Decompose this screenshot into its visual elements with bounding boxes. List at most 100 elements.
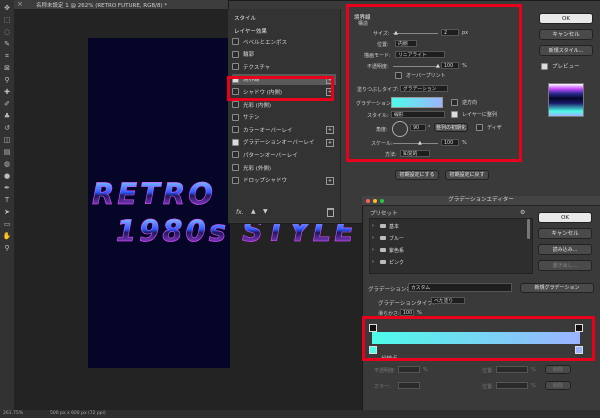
crop-icon[interactable]: ⌗ bbox=[2, 52, 12, 60]
gradient-type-select[interactable]: べた塗り bbox=[431, 297, 465, 304]
effect-checkbox[interactable] bbox=[232, 138, 239, 146]
effect-item[interactable]: グラデーションオーバーレイ + bbox=[232, 137, 336, 148]
eraser-icon[interactable]: ◫ bbox=[2, 136, 12, 144]
new-style-button[interactable]: 新規スタイル... bbox=[539, 45, 593, 56]
chevron-right-icon[interactable]: › bbox=[372, 259, 374, 265]
add-effect-icon[interactable]: + bbox=[326, 126, 334, 135]
marquee-icon[interactable]: ⬚ bbox=[2, 16, 12, 24]
type-icon[interactable]: T bbox=[2, 196, 12, 204]
preview-checkbox[interactable]: プレビュー bbox=[541, 62, 580, 70]
gradient-save-button[interactable]: 書き出し... bbox=[538, 260, 592, 271]
effect-item[interactable]: ベベルとエンボス bbox=[232, 36, 336, 47]
effect-label: 輪郭 bbox=[243, 52, 255, 59]
move-icon[interactable]: ✥ bbox=[2, 4, 12, 12]
effect-item[interactable]: パターンオーバーレイ bbox=[232, 149, 336, 160]
preset-scrollbar[interactable] bbox=[527, 219, 530, 239]
effect-item[interactable]: テクスチャ bbox=[232, 61, 336, 72]
effect-checkbox[interactable] bbox=[232, 38, 239, 45]
add-effect-icon[interactable]: + bbox=[326, 176, 334, 185]
delete-opacity-stop-button[interactable]: 削除 bbox=[545, 365, 571, 374]
gradient-icon[interactable]: ▤ bbox=[2, 148, 12, 156]
canvas-text-retro: RETRO bbox=[92, 177, 216, 212]
pen-icon[interactable]: ✒ bbox=[2, 184, 12, 192]
gradient-ok-button[interactable]: OK bbox=[538, 212, 592, 223]
preset-folder-label: ピンク bbox=[389, 259, 405, 266]
arrow-up-icon[interactable]: ▲ bbox=[251, 208, 256, 215]
effect-label: ベベルとエンボス bbox=[243, 39, 288, 46]
history-brush-icon[interactable]: ↺ bbox=[2, 124, 12, 132]
gradient-name-label: グラデーション名: bbox=[368, 287, 414, 293]
gradient-load-button[interactable]: 読み込み... bbox=[538, 244, 592, 255]
window-minimize-icon[interactable] bbox=[373, 199, 377, 203]
effect-item[interactable]: サテン bbox=[232, 112, 336, 123]
preset-folder[interactable]: › ブルー bbox=[372, 233, 530, 243]
effect-checkbox[interactable] bbox=[232, 126, 239, 134]
gradient-type-label: グラデーションタイプ: bbox=[378, 301, 435, 307]
hand-icon[interactable]: ✋ bbox=[2, 232, 12, 240]
quick-select-icon[interactable]: ✎ bbox=[2, 40, 12, 48]
brush-icon[interactable]: ✐ bbox=[2, 100, 12, 108]
effect-checkbox[interactable] bbox=[232, 63, 239, 71]
arrow-down-icon[interactable]: ▼ bbox=[263, 208, 268, 215]
stop-location-input[interactable] bbox=[496, 366, 528, 373]
healing-icon[interactable]: ✚ bbox=[2, 88, 12, 96]
effect-checkbox[interactable] bbox=[232, 113, 239, 121]
chevron-right-icon[interactable]: › bbox=[372, 247, 374, 253]
gradient-cancel-button[interactable]: キャンセル bbox=[538, 228, 592, 239]
effect-label: パターンオーバーレイ bbox=[243, 152, 298, 159]
effect-checkbox[interactable] bbox=[232, 176, 239, 184]
effect-item[interactable]: 輪郭 bbox=[232, 49, 336, 60]
gradient-name-input[interactable]: カスタム bbox=[408, 283, 512, 292]
frame-icon[interactable]: ⊠ bbox=[2, 64, 12, 72]
presets-label: プリセット bbox=[370, 211, 398, 217]
cancel-button[interactable]: キャンセル bbox=[539, 29, 593, 40]
stamp-icon[interactable]: ♣ bbox=[2, 112, 12, 120]
preset-folder[interactable]: › ピンク bbox=[372, 257, 530, 267]
blending-options-header[interactable]: レイヤー効果 bbox=[234, 27, 267, 35]
window-close-icon[interactable] bbox=[366, 199, 370, 203]
eyedropper-icon[interactable]: ⚲ bbox=[2, 76, 12, 84]
effect-item[interactable]: ドロップシャドウ + bbox=[232, 175, 336, 186]
effect-checkbox[interactable] bbox=[232, 50, 239, 58]
stop-opacity-input[interactable] bbox=[398, 366, 420, 373]
stop-color-label: カラー: bbox=[374, 384, 391, 390]
ok-button[interactable]: OK bbox=[539, 13, 593, 24]
chevron-right-icon[interactable]: › bbox=[372, 223, 374, 229]
path-select-icon[interactable]: ➤ bbox=[2, 208, 12, 216]
effect-checkbox[interactable] bbox=[232, 164, 239, 171]
gear-icon[interactable]: ⚙ bbox=[520, 209, 525, 216]
close-tab-icon[interactable]: × bbox=[17, 0, 23, 8]
stop-opacity-label: 不透明度: bbox=[374, 368, 396, 374]
effect-checkbox[interactable] bbox=[232, 151, 239, 159]
add-effect-icon[interactable]: + bbox=[326, 138, 334, 147]
document-title: 名称未設定 1 @ 262% (RETRO FUTURE, RGB/8) * bbox=[36, 3, 168, 9]
document-size[interactable]: 500 px x 600 px (72 ppi) bbox=[50, 411, 106, 416]
zoom-icon[interactable]: ⚲ bbox=[2, 244, 12, 252]
reset-default-button[interactable]: 初期設定に戻す bbox=[445, 170, 489, 180]
preset-folder-label: 基本 bbox=[389, 223, 400, 230]
smoothness-input[interactable]: 100 bbox=[400, 309, 414, 316]
trash-icon[interactable] bbox=[327, 208, 334, 217]
preset-folder[interactable]: › 紫色系 bbox=[372, 245, 530, 255]
highlight-stroke-settings bbox=[346, 4, 522, 162]
styles-header[interactable]: スタイル bbox=[234, 14, 256, 22]
zoom-level[interactable]: 261.75% bbox=[3, 411, 23, 416]
fx-icon[interactable]: fx. bbox=[236, 209, 244, 216]
blur-icon[interactable]: ◍ bbox=[2, 160, 12, 168]
shape-icon[interactable]: ▭ bbox=[2, 220, 12, 228]
color-location-input[interactable] bbox=[496, 382, 528, 389]
lasso-icon[interactable]: ◌ bbox=[2, 28, 12, 36]
preview-label: プレビュー bbox=[552, 64, 580, 70]
new-gradient-button[interactable]: 新規グラデーション bbox=[520, 283, 594, 293]
delete-color-stop-button[interactable]: 削除 bbox=[545, 381, 571, 390]
dodge-icon[interactable]: ● bbox=[2, 172, 12, 180]
preset-folder[interactable]: › 基本 bbox=[372, 221, 530, 231]
stop-color-swatch[interactable] bbox=[398, 382, 420, 389]
effect-item[interactable]: カラーオーバーレイ + bbox=[232, 124, 336, 135]
preview-check[interactable] bbox=[541, 62, 548, 70]
window-zoom-icon[interactable] bbox=[380, 199, 384, 203]
effect-checkbox[interactable] bbox=[232, 101, 239, 108]
make-default-button[interactable]: 初期設定にする bbox=[395, 170, 439, 180]
effect-item[interactable]: 光彩 (外側) bbox=[232, 162, 336, 173]
chevron-right-icon[interactable]: › bbox=[372, 235, 374, 241]
